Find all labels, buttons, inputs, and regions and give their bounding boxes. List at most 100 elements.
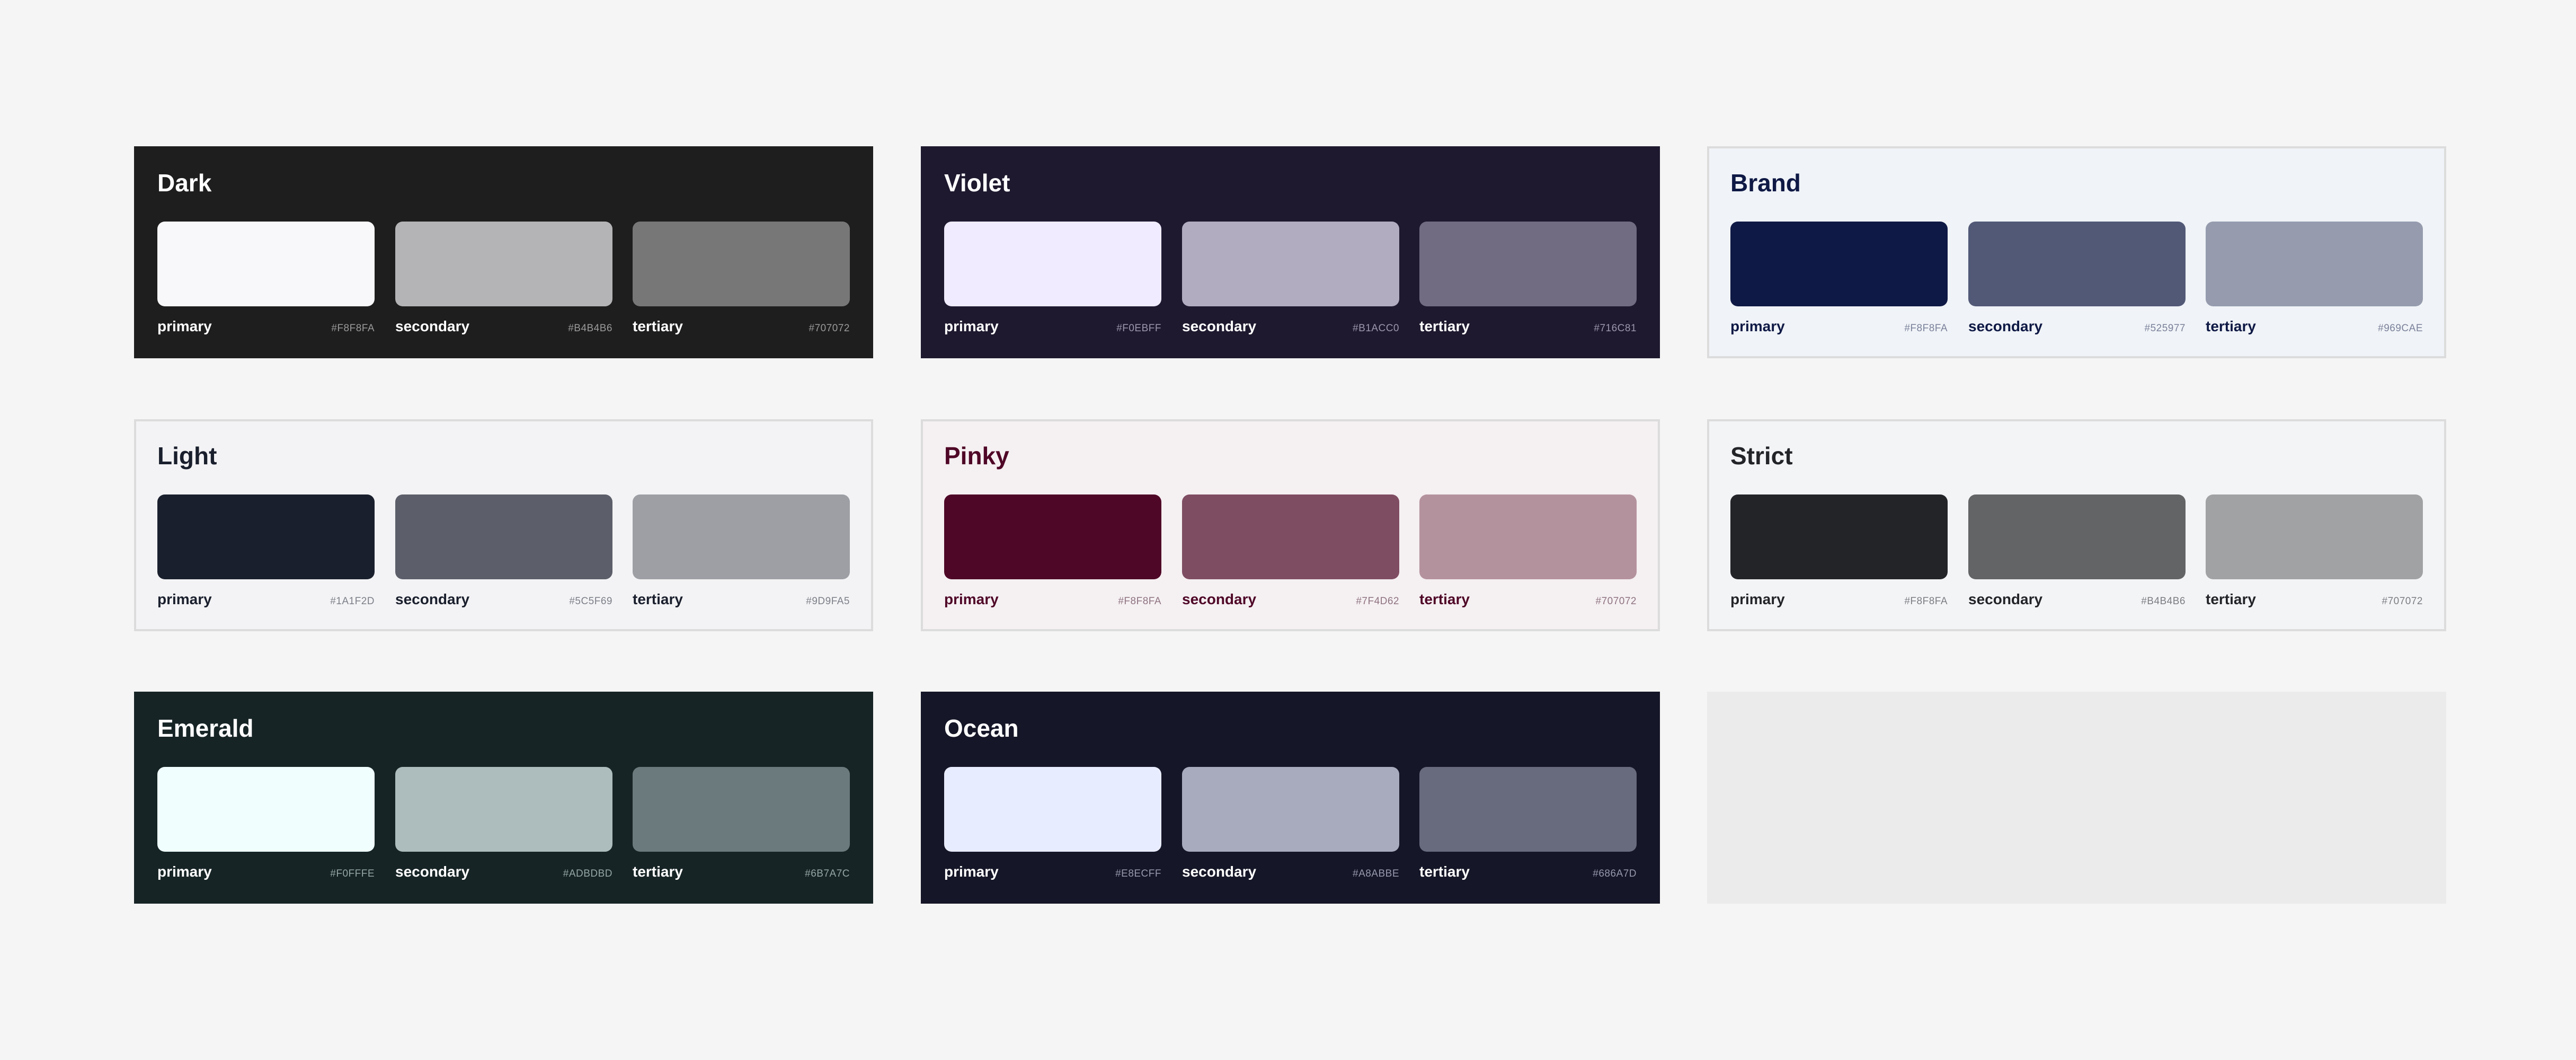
palette-card-pinky[interactable]: Pinky primary #F8F8FA secondary #7F4D62 …	[921, 419, 1660, 631]
swatch-label: tertiary	[633, 318, 683, 334]
swatch-label: primary	[1730, 318, 1785, 334]
swatch-secondary[interactable]: secondary #B4B4B6	[1968, 494, 2186, 608]
swatch-tertiary[interactable]: tertiary #969CAE	[2206, 222, 2423, 335]
swatch-hex-code: #9D9FA5	[806, 596, 850, 607]
swatch-hex-code: #F8F8FA	[1118, 596, 1161, 607]
palette-card-violet[interactable]: Violet primary #F0EBFF secondary #B1ACC0…	[921, 146, 1660, 358]
swatch-label: secondary	[395, 318, 470, 334]
swatch-hex-code: #716C81	[1594, 323, 1637, 334]
swatch-secondary[interactable]: secondary #ADBDBD	[395, 767, 612, 880]
swatch-hex-code: #B4B4B6	[2141, 596, 2186, 607]
color-swatch[interactable]	[395, 494, 612, 579]
swatch-hex-code: #B4B4B6	[568, 323, 612, 334]
swatch-hex-code: #E8ECFF	[1115, 868, 1161, 879]
palette-card-ocean[interactable]: Ocean primary #E8ECFF secondary #A8ABBE …	[921, 692, 1660, 904]
palette-grid: Dark primary #F8F8FA secondary #B4B4B6 t…	[0, 0, 2576, 1060]
swatch-primary[interactable]: primary #1A1F2D	[157, 494, 375, 608]
swatch-secondary[interactable]: secondary #525977	[1968, 222, 2186, 335]
swatch-secondary[interactable]: secondary #B4B4B6	[395, 222, 612, 335]
swatch-label: secondary	[1968, 591, 2043, 607]
swatch-primary[interactable]: primary #F8F8FA	[1730, 494, 1948, 608]
swatch-label: secondary	[395, 863, 470, 880]
swatch-label: primary	[944, 591, 999, 607]
swatch-label: primary	[944, 863, 999, 880]
color-swatch[interactable]	[1968, 494, 2186, 579]
color-swatch[interactable]	[944, 494, 1161, 579]
swatch-primary[interactable]: primary #F0EBFF	[944, 222, 1161, 335]
swatch-hex-code: #707072	[2382, 596, 2423, 607]
palette-card-light[interactable]: Light primary #1A1F2D secondary #5C5F69 …	[134, 419, 873, 631]
swatch-label: tertiary	[633, 863, 683, 880]
swatch-hex-code: #F8F8FA	[1904, 596, 1948, 607]
color-swatch[interactable]	[157, 494, 375, 579]
swatch-tertiary[interactable]: tertiary #6B7A7C	[633, 767, 850, 880]
swatch-hex-code: #686A7D	[1593, 868, 1637, 879]
color-swatch[interactable]	[1419, 222, 1637, 306]
color-swatch[interactable]	[395, 222, 612, 306]
swatch-label: secondary	[395, 591, 470, 607]
swatch-label: primary	[1730, 591, 1785, 607]
color-swatch[interactable]	[633, 222, 850, 306]
palette-title: Ocean	[944, 714, 1019, 742]
swatch-label: primary	[157, 863, 212, 880]
swatch-tertiary[interactable]: tertiary #707072	[1419, 494, 1637, 608]
swatch-primary[interactable]: primary #F8F8FA	[944, 494, 1161, 608]
color-swatch[interactable]	[1182, 767, 1399, 852]
swatch-secondary[interactable]: secondary #7F4D62	[1182, 494, 1399, 608]
palette-title: Pinky	[944, 442, 1009, 470]
swatch-label: tertiary	[2206, 318, 2256, 334]
swatch-hex-code: #A8ABBE	[1353, 868, 1399, 879]
swatch-hex-code: #1A1F2D	[330, 596, 375, 607]
color-swatch[interactable]	[633, 494, 850, 579]
palette-title: Strict	[1730, 442, 1793, 470]
color-swatch[interactable]	[1182, 494, 1399, 579]
swatch-hex-code: #5C5F69	[569, 596, 612, 607]
palette-card-emerald[interactable]: Emerald primary #F0FFFE secondary #ADBDB…	[134, 692, 873, 904]
color-swatch[interactable]	[1730, 222, 1948, 306]
swatch-tertiary[interactable]: tertiary #686A7D	[1419, 767, 1637, 880]
color-swatch[interactable]	[944, 222, 1161, 306]
swatch-label: primary	[157, 591, 212, 607]
swatch-hex-code: #F0FFFE	[330, 868, 375, 879]
color-swatch[interactable]	[395, 767, 612, 852]
palette-title: Dark	[157, 169, 212, 197]
swatch-label: tertiary	[2206, 591, 2256, 607]
swatch-label: tertiary	[1419, 591, 1470, 607]
swatch-tertiary[interactable]: tertiary #716C81	[1419, 222, 1637, 335]
swatch-hex-code: #F8F8FA	[1904, 323, 1948, 334]
swatch-tertiary[interactable]: tertiary #9D9FA5	[633, 494, 850, 608]
swatch-label: tertiary	[1419, 318, 1470, 334]
color-swatch[interactable]	[1419, 494, 1637, 579]
swatch-hex-code: #7F4D62	[1356, 596, 1399, 607]
swatch-primary[interactable]: primary #E8ECFF	[944, 767, 1161, 880]
color-swatch[interactable]	[633, 767, 850, 852]
swatch-hex-code: #6B7A7C	[805, 868, 850, 879]
swatch-tertiary[interactable]: tertiary #707072	[2206, 494, 2423, 608]
swatch-label: secondary	[1182, 863, 1257, 880]
swatch-primary[interactable]: primary #F8F8FA	[157, 222, 375, 335]
swatch-tertiary[interactable]: tertiary #707072	[633, 222, 850, 335]
swatch-label: primary	[157, 318, 212, 334]
swatch-label: secondary	[1182, 318, 1257, 334]
color-swatch[interactable]	[944, 767, 1161, 852]
color-swatch[interactable]	[1730, 494, 1948, 579]
palette-card-dark[interactable]: Dark primary #F8F8FA secondary #B4B4B6 t…	[134, 146, 873, 358]
color-swatch[interactable]	[1968, 222, 2186, 306]
color-swatch[interactable]	[1182, 222, 1399, 306]
color-swatch[interactable]	[2206, 222, 2423, 306]
swatch-secondary[interactable]: secondary #5C5F69	[395, 494, 612, 608]
swatch-primary[interactable]: primary #F8F8FA	[1730, 222, 1948, 335]
color-swatch[interactable]	[1419, 767, 1637, 852]
swatch-hex-code: #F0EBFF	[1116, 323, 1161, 334]
swatch-hex-code: #707072	[1595, 596, 1637, 607]
color-swatch[interactable]	[2206, 494, 2423, 579]
palette-card-brand[interactable]: Brand primary #F8F8FA secondary #525977 …	[1707, 146, 2446, 358]
empty-palette-slot	[1707, 692, 2446, 904]
palette-card-strict[interactable]: Strict primary #F8F8FA secondary #B4B4B6…	[1707, 419, 2446, 631]
color-swatch[interactable]	[157, 222, 375, 306]
swatch-hex-code: #525977	[2144, 323, 2186, 334]
swatch-secondary[interactable]: secondary #A8ABBE	[1182, 767, 1399, 880]
swatch-primary[interactable]: primary #F0FFFE	[157, 767, 375, 880]
color-swatch[interactable]	[157, 767, 375, 852]
swatch-secondary[interactable]: secondary #B1ACC0	[1182, 222, 1399, 335]
